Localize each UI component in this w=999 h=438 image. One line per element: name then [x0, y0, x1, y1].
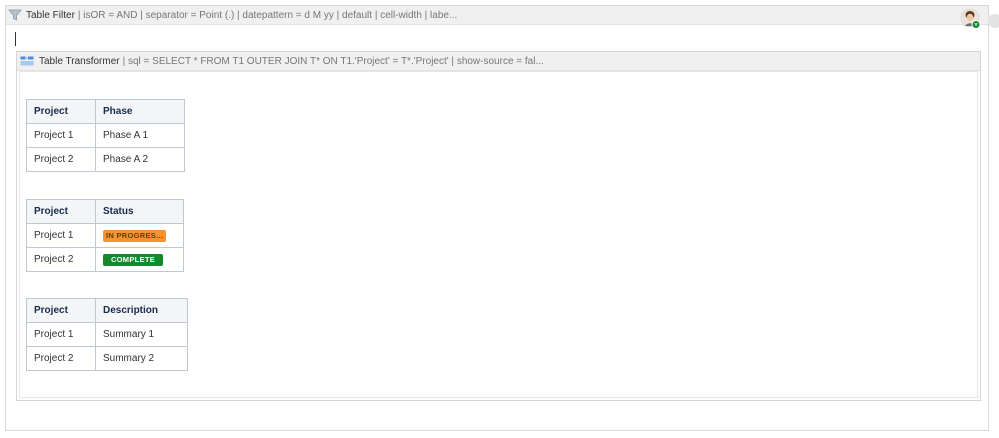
table-transformer-params: | sql = SELECT * FROM T1 OUTER JOIN T* O…	[122, 55, 544, 67]
table-filter-params: | isOR = AND | separator = Point (.) | d…	[77, 9, 458, 21]
table-filter-header[interactable]: Table Filter | isOR = AND | separator = …	[6, 6, 988, 25]
column-header: Project	[26, 199, 96, 224]
status-badge: COMPLETE	[103, 253, 163, 266]
funnel-icon	[8, 9, 22, 21]
table-transformer-title: Table Transformer	[39, 55, 120, 67]
table-row: Project 2 Summary 2	[26, 346, 188, 371]
table-filter-macro[interactable]: Table Filter | isOR = AND | separator = …	[5, 5, 999, 431]
table-row: Project 2 Phase A 2	[26, 147, 185, 172]
table-cell: Project 1	[26, 223, 96, 248]
column-header: Description	[95, 298, 188, 323]
table-row: Project 2 COMPLETE	[26, 247, 184, 272]
user-avatar[interactable]	[960, 8, 982, 30]
table-cell: Project 2	[26, 247, 96, 272]
column-header: Status	[95, 199, 184, 224]
table-cell: Project 2	[26, 147, 96, 172]
edge-circle-icon	[988, 14, 999, 28]
table-cell: COMPLETE	[95, 247, 184, 272]
text-cursor	[15, 32, 16, 46]
project-status-table[interactable]: Project Status Project 1 IN PROGRES... P…	[26, 199, 184, 272]
table-row: Project 1 IN PROGRES...	[26, 223, 184, 248]
column-header: Project	[26, 99, 96, 124]
table-row: Project 1 Phase A 1	[26, 123, 185, 148]
table-row: Project 1 Summary 1	[26, 322, 188, 347]
status-badge: IN PROGRES...	[103, 229, 167, 242]
table-transformer-icon	[20, 56, 34, 66]
column-header: Phase	[95, 99, 185, 124]
table-header-row: Project Description	[26, 298, 188, 323]
table-cell: Project 2	[26, 346, 96, 371]
table-cell: Phase A 1	[95, 123, 185, 148]
column-header: Project	[26, 298, 96, 323]
project-description-table[interactable]: Project Description Project 1 Summary 1 …	[26, 298, 188, 371]
table-cell: Summary 1	[95, 322, 188, 347]
table-filter-title: Table Filter	[26, 9, 75, 21]
project-phase-table[interactable]: Project Phase Project 1 Phase A 1 Projec…	[26, 99, 185, 172]
table-cell: Phase A 2	[95, 147, 185, 172]
table-cell: IN PROGRES...	[95, 223, 184, 248]
table-transformer-header[interactable]: Table Transformer | sql = SELECT * FROM …	[17, 52, 980, 71]
table-cell: Project 1	[26, 322, 96, 347]
table-cell: Summary 2	[95, 346, 188, 371]
table-header-row: Project Phase	[26, 99, 185, 124]
table-cell: Project 1	[26, 123, 96, 148]
table-header-row: Project Status	[26, 199, 184, 224]
